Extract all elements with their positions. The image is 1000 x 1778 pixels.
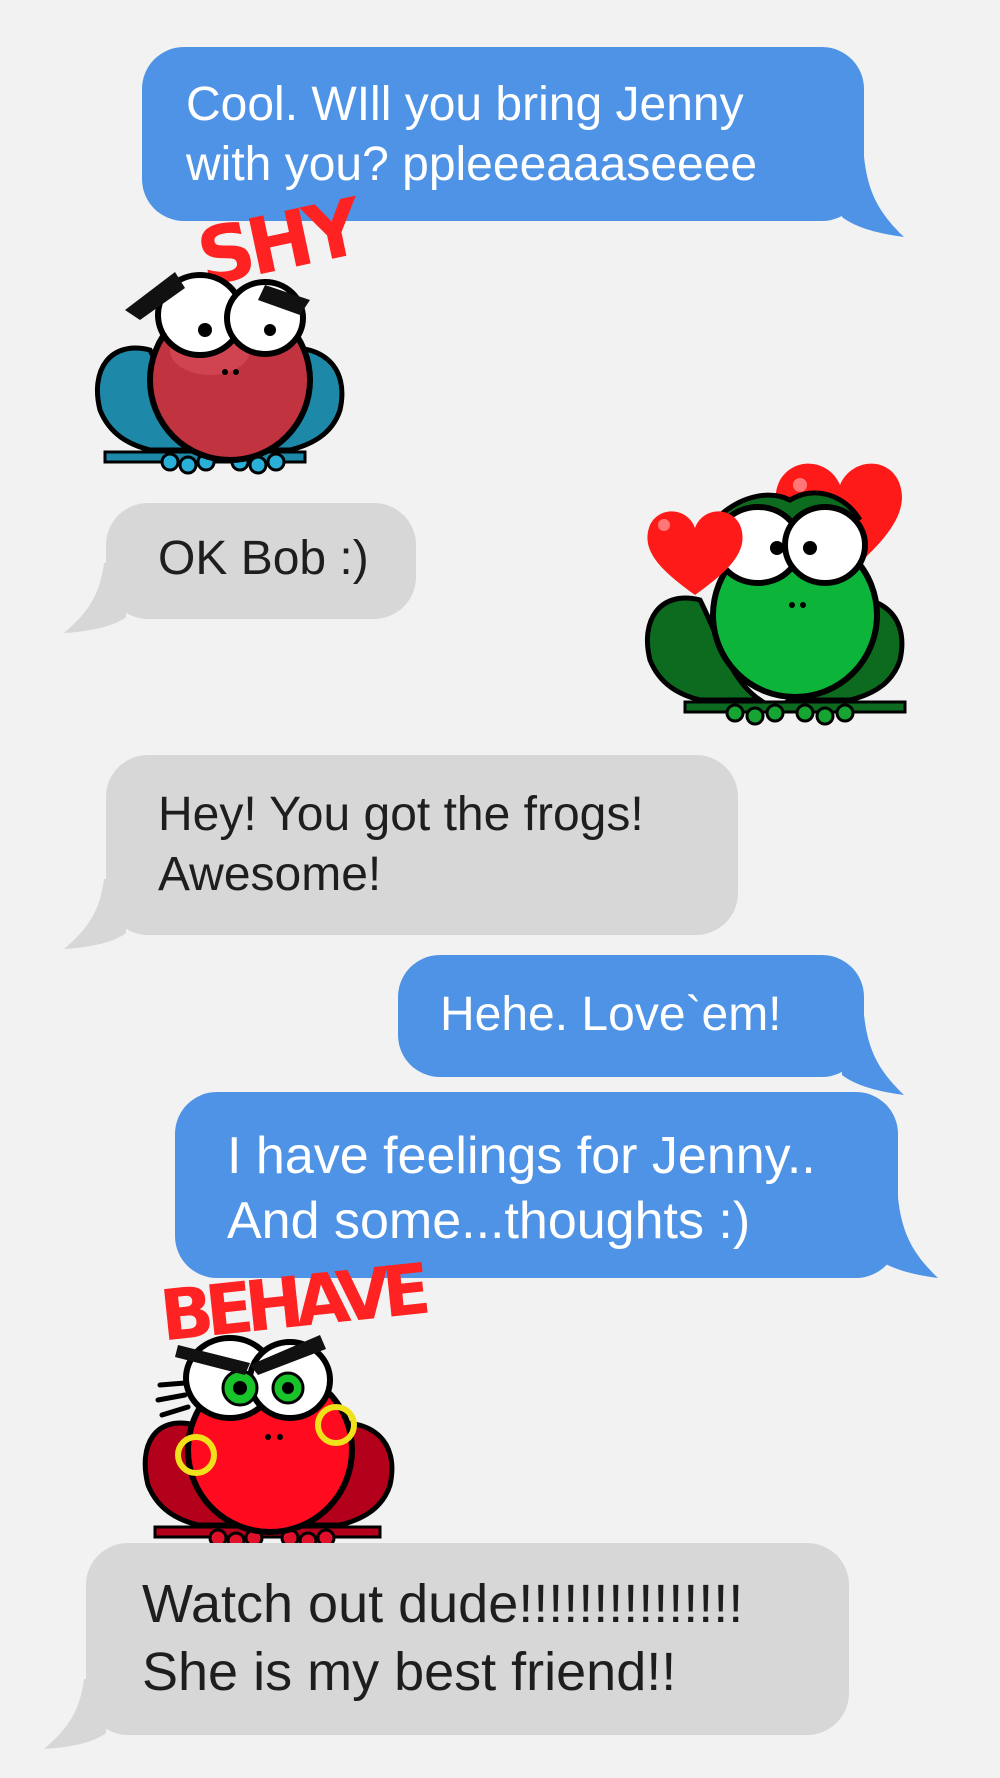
bubble-tail — [44, 1679, 106, 1749]
message-bubble-received[interactable]: Hey! You got the frogs! Awesome! — [64, 755, 738, 949]
bubble-tail — [64, 879, 126, 949]
shy-frog-icon: SHY — [94, 182, 372, 475]
bubble-tail — [64, 563, 126, 633]
message-bubble-received[interactable]: OK Bob :) — [64, 503, 416, 633]
message-text: Hehe. Love`em! — [440, 988, 782, 1041]
behave-frog-sticker[interactable]: BEHAVE — [140, 1248, 440, 1555]
message-bubble-sent[interactable]: I have feelings for Jenny.. And some...t… — [175, 1092, 938, 1278]
message-text: Cool. WIll you bring Jenny with you? ppl… — [186, 78, 758, 191]
message-bubble-received[interactable]: Watch out dude!!!!!!!!!!!!!!! She is my … — [44, 1543, 849, 1749]
love-frog-sticker[interactable] — [640, 440, 940, 730]
message-text: OK Bob :) — [158, 532, 369, 585]
message-bubble-sent[interactable]: Cool. WIll you bring Jenny with you? ppl… — [142, 47, 904, 237]
behave-frog-icon: BEHAVE — [142, 1248, 430, 1551]
shy-frog-sticker[interactable]: SHY — [90, 182, 372, 520]
message-text: I have feelings for Jenny.. And some...t… — [227, 1127, 816, 1250]
message-text: Watch out dude!!!!!!!!!!!!!!! She is my … — [142, 1574, 744, 1702]
love-frog-icon — [644, 463, 907, 726]
message-text: Hey! You got the frogs! Awesome! — [158, 788, 644, 901]
message-bubble-sent[interactable]: Hehe. Love`em! — [398, 955, 904, 1095]
